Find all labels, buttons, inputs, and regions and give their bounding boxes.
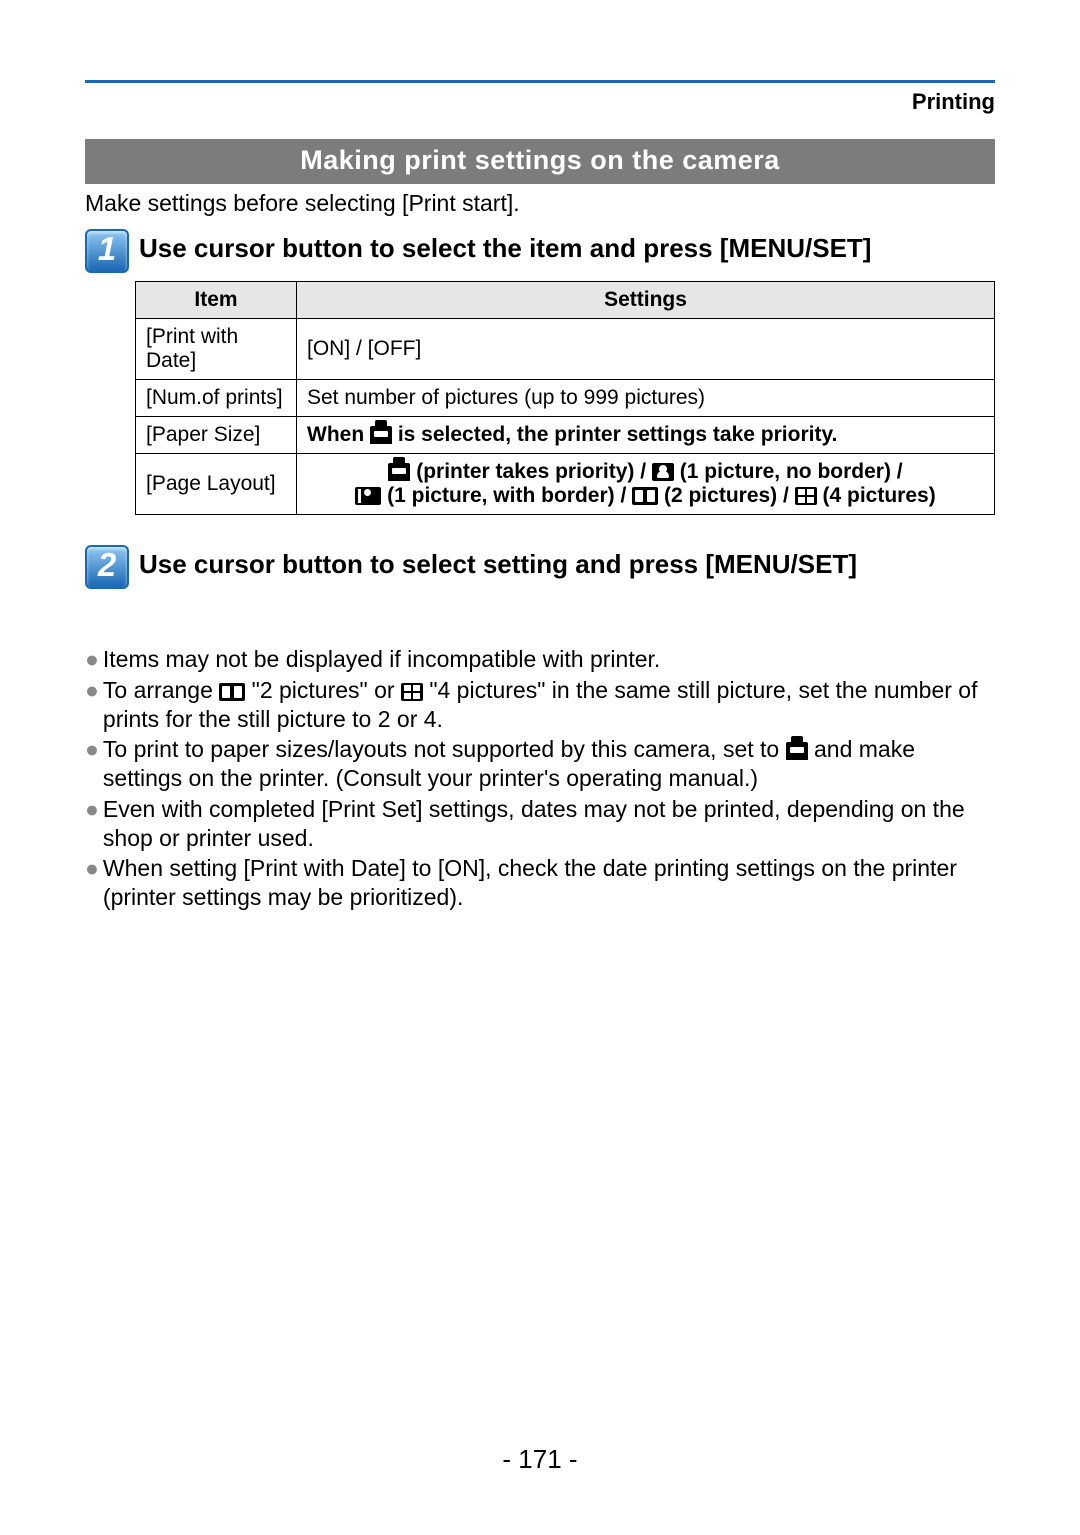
text: When	[307, 423, 370, 446]
step-2: 2 Use cursor button to select setting an…	[85, 545, 995, 589]
list-item: ● To print to paper sizes/layouts not su…	[85, 735, 995, 793]
list-item: ●When setting [Print with Date] to [ON],…	[85, 854, 995, 912]
step-2-badge: 2	[85, 545, 129, 589]
list-item: ●Even with completed [Print Set] setting…	[85, 795, 995, 853]
text: To arrange	[103, 677, 219, 703]
step-2-title: Use cursor button to select setting and …	[139, 549, 857, 580]
text: (1 picture, no border) /	[674, 460, 903, 483]
list-item: ● To arrange "2 pictures" or "4 pictures…	[85, 676, 995, 734]
printer-icon	[370, 426, 392, 444]
cell-setting: [ON] / [OFF]	[297, 319, 995, 380]
table-header-row: Item Settings	[136, 282, 995, 319]
table-row: [Print with Date] [ON] / [OFF]	[136, 319, 995, 380]
text: Items may not be displayed if incompatib…	[103, 645, 995, 674]
section-heading: Making print settings on the camera	[85, 139, 995, 184]
text: To print to paper sizes/layouts not supp…	[103, 735, 995, 793]
cell-setting: When is selected, the printer settings t…	[297, 417, 995, 454]
text: When setting [Print with Date] to [ON], …	[103, 854, 995, 912]
settings-table-wrap: Item Settings [Print with Date] [ON] / […	[135, 281, 995, 515]
text: Even with completed [Print Set] settings…	[103, 795, 995, 853]
page: Printing Making print settings on the ca…	[0, 0, 1080, 1535]
th-settings: Settings	[297, 282, 995, 319]
four-pictures-icon	[401, 683, 423, 701]
one-pic-no-border-icon	[652, 463, 674, 481]
two-pictures-icon	[632, 487, 658, 505]
top-rule	[85, 80, 995, 83]
table-row: [Page Layout] (printer takes priority) /…	[136, 454, 995, 515]
cell-item: [Page Layout]	[136, 454, 297, 515]
table-row: [Paper Size] When is selected, the print…	[136, 417, 995, 454]
text: To print to paper sizes/layouts not supp…	[103, 736, 786, 762]
text: is selected, the printer settings take p…	[392, 423, 837, 446]
text: (printer takes priority) /	[410, 460, 652, 483]
chapter-label: Printing	[85, 89, 995, 115]
table-row: [Num.of prints] Set number of pictures (…	[136, 380, 995, 417]
cell-setting: (printer takes priority) / (1 picture, n…	[297, 454, 995, 515]
cell-item: [Num.of prints]	[136, 380, 297, 417]
cell-item: [Print with Date]	[136, 319, 297, 380]
cell-setting: Set number of pictures (up to 999 pictur…	[297, 380, 995, 417]
printer-icon	[786, 742, 808, 760]
settings-table: Item Settings [Print with Date] [ON] / […	[135, 281, 995, 515]
step-1: 1 Use cursor button to select the item a…	[85, 229, 995, 273]
intro-text: Make settings before selecting [Print st…	[85, 190, 995, 217]
list-item: ●Items may not be displayed if incompati…	[85, 645, 995, 674]
cell-item: [Paper Size]	[136, 417, 297, 454]
four-pictures-icon	[795, 487, 817, 505]
notes-list: ●Items may not be displayed if incompati…	[85, 645, 995, 912]
text: To arrange "2 pictures" or "4 pictures" …	[103, 676, 995, 734]
text: (1 picture, with border) /	[381, 484, 632, 507]
one-pic-with-border-icon	[355, 487, 381, 505]
text: (4 pictures)	[817, 484, 936, 507]
step-1-badge: 1	[85, 229, 129, 273]
text: "2 pictures" or	[245, 677, 401, 703]
step-1-title: Use cursor button to select the item and…	[139, 233, 871, 264]
th-item: Item	[136, 282, 297, 319]
text: (2 pictures) /	[658, 484, 795, 507]
page-number: - 171 -	[0, 1444, 1080, 1475]
printer-icon	[388, 463, 410, 481]
two-pictures-icon	[219, 683, 245, 701]
